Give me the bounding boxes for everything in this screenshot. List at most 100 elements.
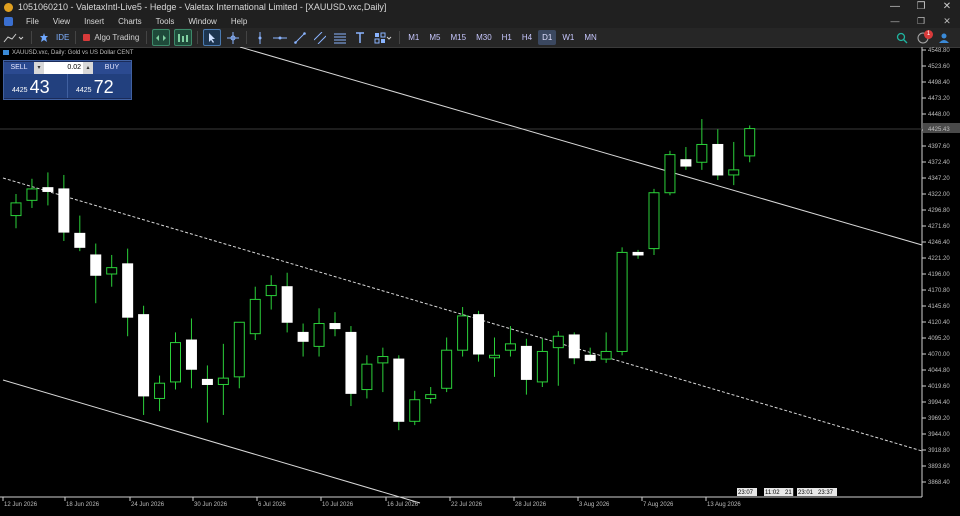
one-click-trading-icon[interactable]	[152, 29, 171, 46]
timeframe-w1[interactable]: W1	[558, 30, 578, 45]
sell-price-main: 43	[29, 77, 50, 97]
app-icon	[4, 2, 13, 12]
child-restore-button[interactable]: ❐	[908, 16, 934, 27]
timeframe-h1[interactable]: H1	[498, 30, 516, 45]
new-chart-icon[interactable]	[2, 30, 26, 45]
buy-price[interactable]: 4425 72	[68, 74, 131, 98]
bull-candle	[249, 298, 261, 335]
bear-candle	[473, 314, 485, 355]
bull-candle	[26, 188, 38, 201]
menu-charts[interactable]: Charts	[111, 17, 149, 26]
bear-candle	[42, 187, 54, 192]
price-axis-label: 4070.00	[928, 352, 950, 358]
price-axis-label: 4448.00	[928, 112, 950, 118]
price-axis-label: 4246.40	[928, 240, 950, 246]
bull-candle	[489, 354, 500, 359]
price-axis-label: 4019.60	[928, 384, 950, 390]
close-button[interactable]: ✕	[934, 0, 960, 14]
text-icon[interactable]	[352, 30, 368, 45]
notifications-icon[interactable]: 1	[914, 30, 933, 45]
bear-candle	[712, 143, 724, 176]
volume-decrease-button[interactable]: ▾	[34, 61, 44, 74]
buy-button[interactable]: BUY	[93, 61, 131, 74]
time-axis-label: 3 Aug 2026	[579, 502, 610, 508]
shapes-icon[interactable]	[372, 30, 394, 45]
crosshair-icon[interactable]	[225, 30, 241, 45]
vertical-line-icon[interactable]	[252, 30, 268, 45]
volume-input[interactable]: 0.02	[44, 61, 83, 74]
child-minimize-button[interactable]: —	[882, 16, 908, 27]
restore-button[interactable]: ❐	[908, 0, 934, 14]
bear-candle	[632, 251, 644, 256]
time-axis-label: 12 Jun 2026	[4, 502, 38, 508]
account-icon[interactable]	[936, 30, 952, 45]
bull-candle	[106, 267, 118, 275]
bear-candle	[297, 331, 309, 342]
bull-candle	[217, 377, 229, 385]
price-axis-label: 3969.20	[928, 416, 950, 422]
sell-button[interactable]: SELL	[4, 61, 34, 74]
child-close-button[interactable]: ✕	[934, 16, 960, 27]
bull-candle	[664, 154, 676, 194]
trendline-icon[interactable]	[292, 30, 308, 45]
current-price-label: 4425.43	[928, 127, 950, 133]
price-axis-label: 3944.00	[928, 432, 950, 438]
bull-candle	[600, 350, 612, 360]
symbol-text: XAUUSD.vxc, Daily: Gold vs US Dollar CEN…	[12, 50, 134, 57]
timeframe-m5[interactable]: M5	[425, 30, 444, 45]
bear-candle	[185, 339, 197, 370]
strategy-tester-icon[interactable]	[37, 30, 51, 45]
menu-tools[interactable]: Tools	[149, 17, 182, 26]
bear-candle	[345, 331, 357, 394]
time-axis-label: 18 Jun 2026	[66, 502, 100, 508]
menu-view[interactable]: View	[46, 17, 77, 26]
chart-area[interactable]: 4548.804523.604498.404473.204448.004422.…	[0, 46, 960, 511]
timeframe-m15[interactable]: M15	[447, 30, 471, 45]
bull-candle	[441, 349, 453, 389]
price-chart[interactable]: 4548.804523.604498.404473.204448.004422.…	[0, 46, 960, 511]
time-axis-label: 13 Aug 2026	[707, 502, 741, 508]
symbol-description: XAUUSD.vxc, Daily: Gold vs US Dollar CEN…	[3, 50, 133, 56]
cursor-icon[interactable]	[203, 29, 222, 46]
horizontal-line-icon[interactable]	[272, 30, 288, 45]
bull-candle	[728, 169, 740, 176]
price-axis-label: 4095.20	[928, 336, 950, 342]
menu-window[interactable]: Window	[181, 17, 223, 26]
bull-candle	[313, 323, 325, 347]
timeframe-mn[interactable]: MN	[580, 30, 600, 45]
sell-price-prefix: 4425	[12, 87, 28, 94]
time-axis-label: 30 Jun 2026	[194, 502, 228, 508]
bull-candle	[265, 284, 277, 297]
time-marker: 23:07	[738, 490, 754, 496]
bear-candle	[74, 232, 86, 248]
bear-candle	[393, 358, 405, 422]
bull-candle	[696, 143, 708, 163]
timeframe-m30[interactable]: M30	[472, 30, 496, 45]
timeframe-h4[interactable]: H4	[518, 30, 536, 45]
bull-candle	[233, 321, 245, 378]
app-menu-icon[interactable]	[4, 16, 13, 26]
sell-price[interactable]: 4425 43	[4, 74, 68, 98]
fibonacci-icon[interactable]	[332, 30, 348, 45]
candles	[10, 119, 756, 431]
toolbar: IDE Algo Trading M1 M5 M15 M30 H1 H4 D1 …	[0, 28, 960, 48]
timeframe-d1[interactable]: D1	[538, 30, 557, 45]
bear-candle	[201, 378, 213, 385]
market-depth-icon[interactable]	[174, 29, 193, 46]
time-axis-label: 10 Jul 2026	[322, 502, 354, 508]
volume-increase-button[interactable]: ▴	[83, 61, 93, 74]
timeframe-m1[interactable]: M1	[404, 30, 423, 45]
menu-help[interactable]: Help	[224, 17, 254, 26]
algo-trading-button[interactable]: Algo Trading	[79, 33, 143, 42]
bull-candle	[552, 335, 564, 349]
time-axis-label: 16 Jul 2026	[387, 502, 419, 508]
menu-insert[interactable]: Insert	[77, 17, 111, 26]
buy-price-main: 72	[93, 77, 114, 97]
minimize-button[interactable]: —	[882, 0, 908, 14]
menu-file[interactable]: File	[19, 17, 46, 26]
equidistant-channel-icon[interactable]	[312, 30, 328, 45]
ide-button[interactable]: IDE	[53, 33, 72, 42]
price-axis-label: 3868.40	[928, 480, 950, 486]
price-axis-label: 4145.60	[928, 304, 950, 310]
search-icon[interactable]	[894, 30, 910, 45]
